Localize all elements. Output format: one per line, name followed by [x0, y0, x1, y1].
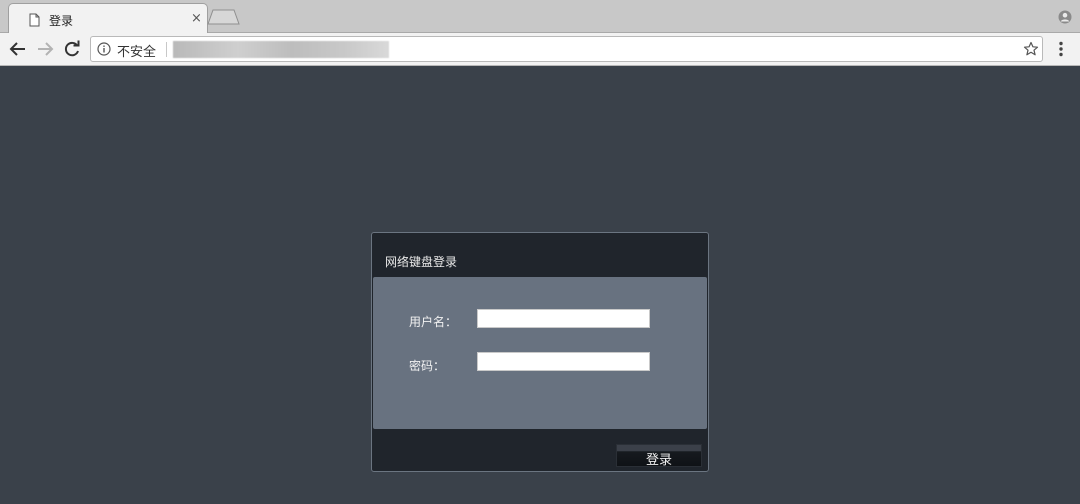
forward-arrow-icon[interactable] [34, 38, 56, 60]
login-form: 用户名： 密码： [373, 277, 707, 429]
kebab-menu-icon[interactable] [1056, 39, 1066, 59]
tab-strip: 登录 × [0, 0, 1080, 34]
password-input[interactable] [477, 352, 650, 371]
info-icon[interactable] [97, 42, 111, 56]
bookmark-star-icon[interactable] [1023, 41, 1039, 57]
browser-toolbar: 不安全 [0, 33, 1080, 66]
tab-title: 登录 [49, 14, 74, 28]
back-arrow-icon[interactable] [7, 38, 29, 60]
security-status-label[interactable]: 不安全 [117, 41, 156, 60]
login-button[interactable]: 登录 [616, 444, 702, 468]
browser-tab[interactable]: 登录 × [8, 3, 208, 34]
profile-icon[interactable] [1058, 10, 1072, 24]
divider [166, 42, 167, 57]
username-label: 用户名： [409, 315, 458, 329]
document-icon [29, 13, 40, 27]
url-text-redacted[interactable] [173, 41, 389, 58]
close-tab-icon[interactable]: × [191, 11, 202, 26]
username-input[interactable] [477, 309, 650, 328]
password-label: 密码： [409, 359, 446, 373]
new-tab-button[interactable] [207, 9, 240, 25]
dialog-title: 网络键盘登录 [385, 255, 458, 269]
address-bar[interactable]: 不安全 [90, 36, 1043, 62]
reload-icon[interactable] [61, 38, 83, 60]
login-dialog: 网络键盘登录 用户名： 密码： 登录 [371, 232, 709, 472]
